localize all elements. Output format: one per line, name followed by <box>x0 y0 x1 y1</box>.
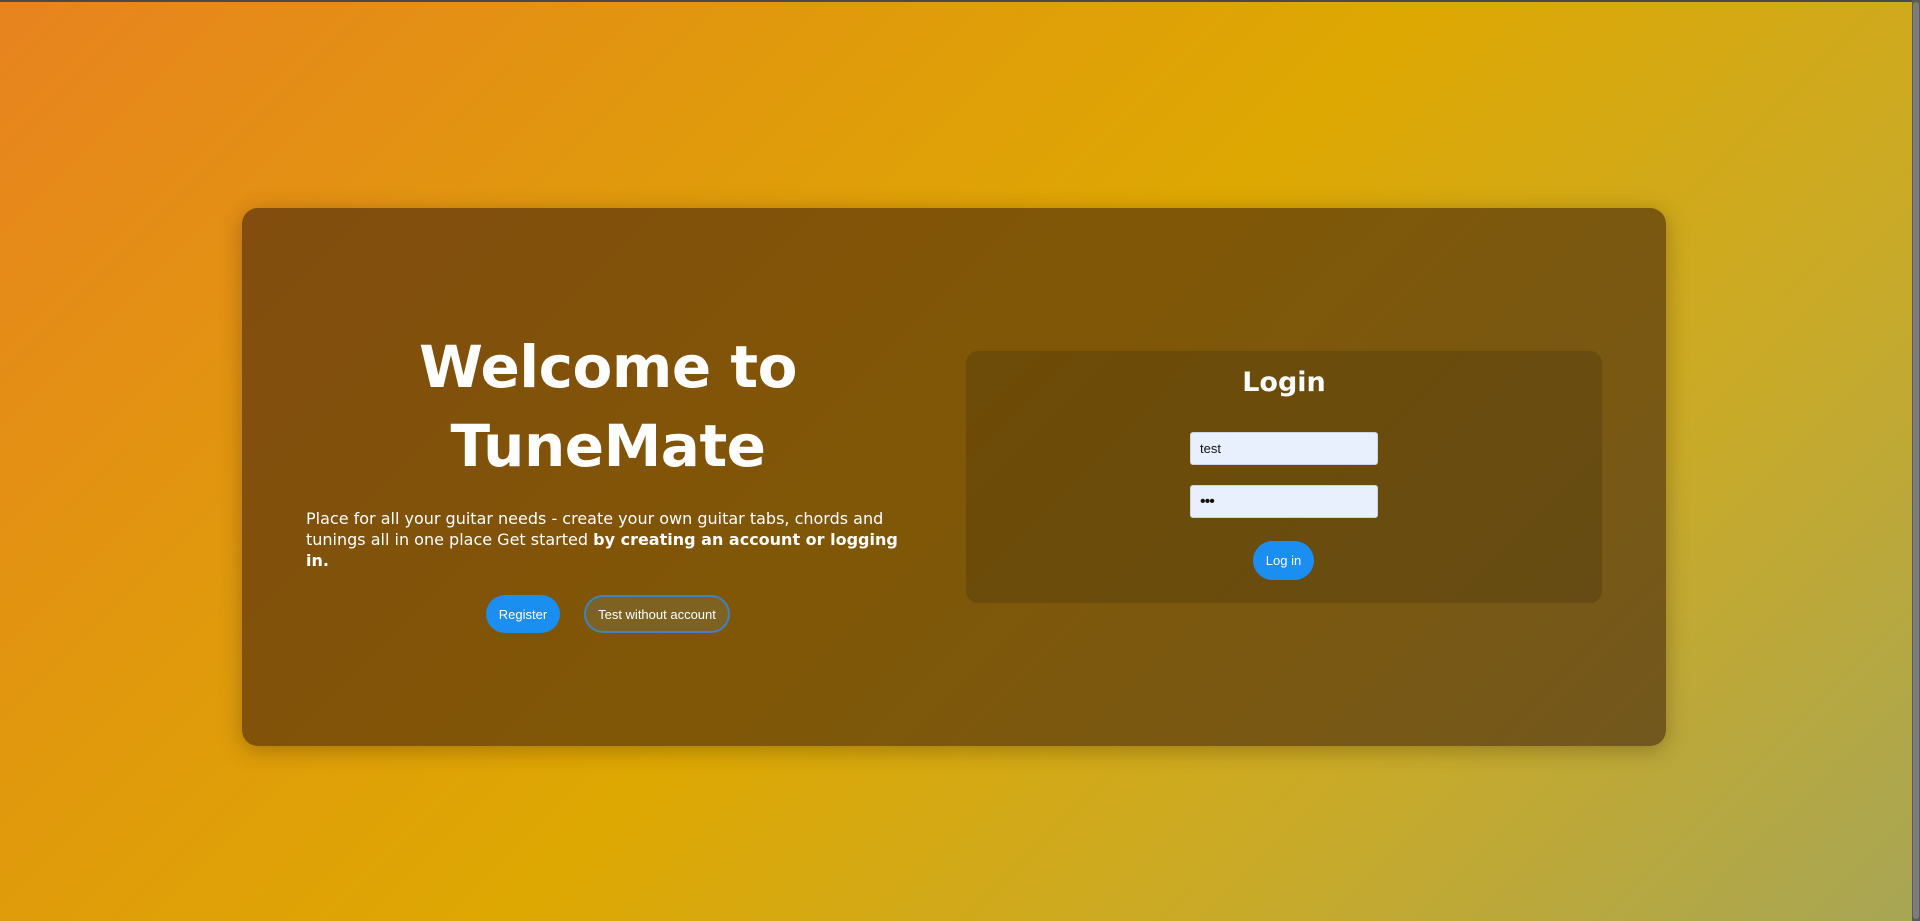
password-input[interactable]: ••• <box>1190 485 1378 518</box>
login-panel: Login test ••• Log in <box>966 351 1602 603</box>
username-input[interactable]: test <box>1190 432 1378 465</box>
scrollbar-thumb[interactable] <box>1913 2 1919 919</box>
login-button[interactable]: Log in <box>1253 541 1314 580</box>
window-top-border <box>0 0 1920 2</box>
welcome-description: Place for all your guitar needs - create… <box>306 508 910 571</box>
welcome-section: Welcome to TuneMate Place for all your g… <box>306 328 910 633</box>
page-scrollbar[interactable] <box>1912 0 1920 921</box>
title-line-1: Welcome to <box>419 333 797 401</box>
register-button[interactable]: Register <box>486 595 560 633</box>
welcome-actions: Register Test without account <box>306 595 910 633</box>
test-without-account-button[interactable]: Test without account <box>584 595 730 633</box>
page-title: Welcome to TuneMate <box>306 328 910 486</box>
welcome-card: Welcome to TuneMate Place for all your g… <box>242 208 1666 746</box>
title-line-2: TuneMate <box>450 412 766 480</box>
login-title: Login <box>1242 367 1326 398</box>
